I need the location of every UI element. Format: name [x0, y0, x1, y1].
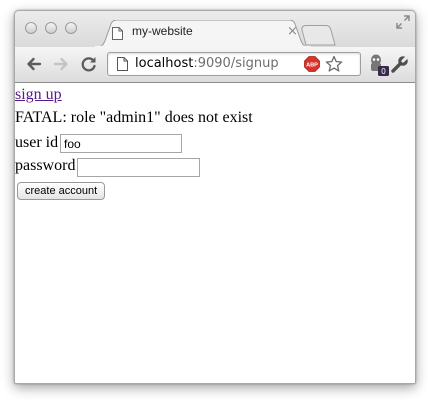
address-bar[interactable]: localhost:9090/signup ABP [107, 52, 361, 76]
extension-icon[interactable]: 0 [368, 53, 390, 77]
tab-title: my-website [132, 24, 193, 38]
forward-arrow-icon[interactable] [51, 54, 71, 74]
wrench-icon[interactable] [390, 54, 410, 74]
tab-shape [95, 20, 311, 47]
page-icon [112, 27, 123, 40]
browser-toolbar: localhost:9090/signup ABP 0 [15, 47, 415, 83]
error-message: FATAL: role "admin1" does not exist [15, 109, 253, 126]
extension-badge: 0 [381, 67, 386, 76]
new-tab-button[interactable] [300, 24, 336, 46]
back-arrow-icon[interactable] [24, 54, 44, 74]
tab-strip: my-website × [15, 11, 415, 47]
close-window-button[interactable] [25, 22, 37, 34]
userid-label: user id [15, 134, 59, 151]
adblock-icon[interactable]: ABP [304, 56, 320, 72]
browser-window: my-website × localhost:9090/signup ABP 0… [14, 10, 416, 384]
fullscreen-icon[interactable] [396, 15, 410, 29]
url-text[interactable]: localhost:9090/signup [135, 56, 279, 71]
password-label: password [15, 157, 76, 174]
password-input[interactable] [77, 158, 200, 177]
star-icon[interactable] [325, 55, 343, 73]
tab-close-icon[interactable]: × [287, 24, 298, 40]
userid-input[interactable] [60, 134, 182, 153]
page-content: sign up FATAL: role "admin1" does not ex… [15, 83, 415, 383]
adblock-label: ABP [306, 63, 318, 69]
tab-my-website[interactable]: my-website × [95, 20, 311, 47]
page-icon [117, 57, 128, 71]
signup-link[interactable]: sign up [15, 86, 62, 104]
url-path: :9090/signup [193, 56, 279, 71]
zoom-window-button[interactable] [65, 22, 77, 34]
create-account-button[interactable]: create account [17, 182, 106, 200]
url-host: localhost [135, 56, 194, 71]
minimize-window-button[interactable] [45, 22, 57, 34]
reload-icon[interactable] [79, 54, 99, 74]
